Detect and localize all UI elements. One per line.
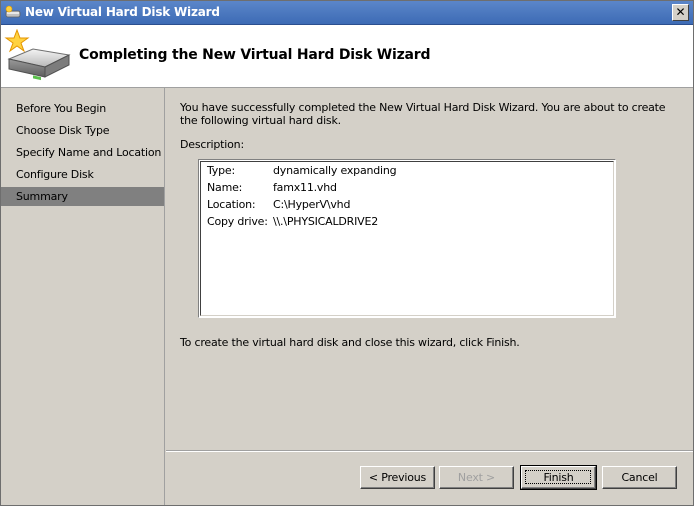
disk-wizard-icon bbox=[4, 29, 71, 81]
description-value: C:\HyperV\vhd bbox=[273, 198, 351, 211]
description-key: Type: bbox=[207, 164, 235, 177]
completion-message: You have successfully completed the New … bbox=[180, 101, 666, 127]
description-value: \\.\PHYSICALDRIVE2 bbox=[273, 215, 379, 228]
description-key: Name: bbox=[207, 181, 243, 194]
sidebar-item-summary[interactable]: Summary bbox=[1, 187, 164, 206]
summary-panel: You have successfully completed the New … bbox=[166, 88, 693, 505]
focus-rectangle bbox=[525, 470, 591, 484]
sidebar-item-configure-disk[interactable]: Configure Disk bbox=[1, 165, 164, 184]
close-icon: ✕ bbox=[675, 5, 686, 19]
description-box[interactable]: Type: dynamically expanding Name: famx11… bbox=[198, 159, 616, 318]
close-button[interactable]: ✕ bbox=[672, 4, 689, 21]
wizard-window: New Virtual Hard Disk Wizard ✕ Completin… bbox=[0, 0, 694, 506]
finish-instruction: To create the virtual hard disk and clos… bbox=[180, 336, 520, 349]
description-box-inner: Type: dynamically expanding Name: famx11… bbox=[200, 161, 614, 316]
cancel-button[interactable]: Cancel bbox=[602, 466, 677, 489]
description-label: Description: bbox=[180, 138, 244, 151]
disk-wizard-small-icon bbox=[5, 5, 21, 18]
description-key: Location: bbox=[207, 198, 256, 211]
previous-button[interactable]: < Previous bbox=[360, 466, 435, 489]
sidebar-item-specify-name-location[interactable]: Specify Name and Location bbox=[1, 143, 164, 162]
description-value: famx11.vhd bbox=[273, 181, 337, 194]
wizard-steps-sidebar: Before You Begin Choose Disk Type Specif… bbox=[1, 88, 165, 505]
wizard-header: Completing the New Virtual Hard Disk Wiz… bbox=[1, 25, 693, 88]
page-title: Completing the New Virtual Hard Disk Wiz… bbox=[79, 47, 431, 63]
button-separator bbox=[166, 450, 693, 452]
description-value: dynamically expanding bbox=[273, 164, 397, 177]
sidebar-item-choose-disk-type[interactable]: Choose Disk Type bbox=[1, 121, 164, 140]
window-title: New Virtual Hard Disk Wizard bbox=[25, 5, 220, 19]
next-button[interactable]: Next > bbox=[439, 466, 514, 489]
finish-button[interactable]: Finish bbox=[520, 465, 597, 490]
title-bar[interactable]: New Virtual Hard Disk Wizard ✕ bbox=[1, 1, 693, 25]
sidebar-item-before-you-begin[interactable]: Before You Begin bbox=[1, 99, 164, 118]
description-key: Copy drive: bbox=[207, 215, 268, 228]
